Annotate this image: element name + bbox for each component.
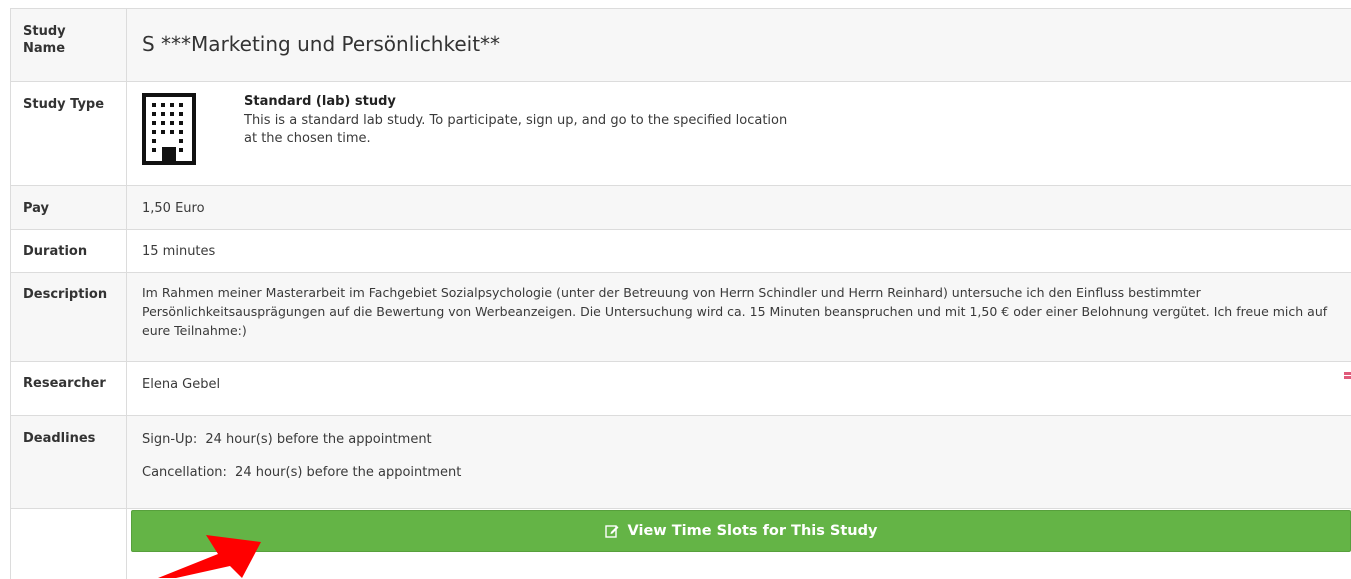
row-deadlines: Deadlines Sign-Up: 24 hour(s) before the… [11, 416, 1351, 509]
study-type-title: Standard (lab) study [244, 94, 396, 109]
building-icon [142, 93, 196, 165]
study-type-label: Study Type [11, 82, 127, 185]
signup-deadline-key: Sign-Up: [142, 432, 198, 447]
cancellation-deadline: Cancellation: 24 hour(s) before the appo… [142, 465, 461, 480]
study-type-description: This is a standard lab study. To partici… [244, 113, 788, 146]
row-description: Description Im Rahmen meiner Masterarbei… [11, 273, 1351, 362]
signup-deadline-value: 24 hour(s) before the appointment [205, 432, 432, 447]
researcher-label: Researcher [11, 362, 127, 415]
flag-icon [1344, 372, 1351, 379]
cancellation-deadline-value: 24 hour(s) before the appointment [235, 465, 462, 480]
edit-icon [604, 525, 619, 538]
study-name-label-text: Study Name [23, 24, 66, 56]
description-label: Description [11, 273, 127, 361]
study-name-value: S ***Marketing und Persönlichkeit** [142, 32, 501, 56]
action-label-cell [11, 509, 127, 579]
duration-label: Duration [11, 230, 127, 272]
duration-value: 15 minutes [142, 244, 216, 259]
study-name-label: Study Name [11, 9, 127, 81]
pay-value: 1,50 Euro [142, 201, 205, 216]
view-time-slots-button[interactable]: View Time Slots for This Study [131, 510, 1351, 552]
deadlines-label: Deadlines [11, 416, 127, 508]
row-study-type: Study Type Standard (lab) study This is … [11, 82, 1351, 186]
red-arrow-icon [158, 535, 261, 578]
signup-deadline: Sign-Up: 24 hour(s) before the appointme… [142, 432, 432, 447]
row-study-name: Study Name S ***Marketing und Persönlich… [11, 9, 1351, 82]
study-details-table: Study Name S ***Marketing und Persönlich… [10, 8, 1351, 579]
description-value: Im Rahmen meiner Masterarbeit im Fachgeb… [142, 285, 1328, 338]
pay-label: Pay [11, 186, 127, 229]
cancellation-deadline-key: Cancellation: [142, 465, 227, 480]
view-time-slots-label: View Time Slots for This Study [627, 523, 878, 539]
study-type-value: Standard (lab) study This is a standard … [128, 82, 1351, 185]
row-pay: Pay 1,50 Euro [11, 186, 1351, 230]
deadlines-value: Sign-Up: 24 hour(s) before the appointme… [128, 416, 1351, 508]
researcher-name[interactable]: Elena Gebel [128, 362, 1351, 415]
row-researcher: Researcher Elena Gebel [11, 362, 1351, 416]
row-duration: Duration 15 minutes [11, 230, 1351, 273]
